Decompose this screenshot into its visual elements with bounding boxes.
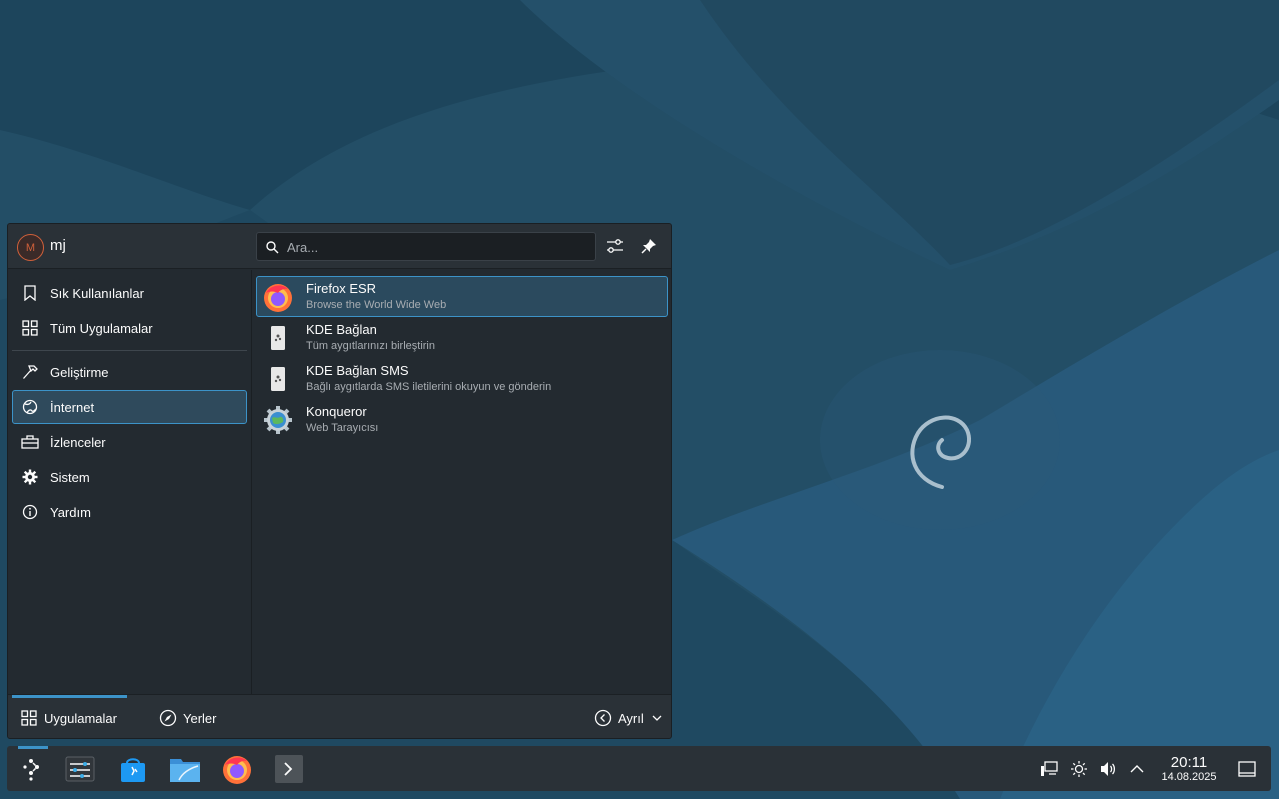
category-label: İnternet: [50, 399, 95, 415]
category-sidebar: Sık Kullanılanlar Tüm Uygulamalar Gelişt…: [8, 270, 252, 694]
category-help[interactable]: Yardım: [12, 495, 247, 529]
launcher-footer: Uygulamalar Yerler Ayrıl: [8, 694, 671, 738]
app-name: KDE Bağlan SMS: [306, 363, 409, 378]
konsole-icon: [275, 754, 303, 783]
taskbar-firefox[interactable]: [215, 746, 259, 791]
search-field[interactable]: [256, 232, 596, 261]
category-system[interactable]: Sistem: [12, 460, 247, 494]
grid-icon: [20, 318, 40, 338]
app-name: KDE Bağlan: [306, 322, 377, 337]
category-separator: [12, 350, 247, 351]
clock-date[interactable]: 14.08.2025: [1156, 771, 1222, 783]
konqueror-icon: [262, 404, 294, 436]
taskbar-system-settings[interactable]: [58, 746, 102, 791]
search-input[interactable]: [287, 237, 587, 257]
show-desktop-button[interactable]: [1236, 758, 1258, 780]
application-launcher: M mj Ara... Sık Kullanılanlar Tüm Uygula…: [7, 223, 672, 739]
system-settings-icon: [65, 756, 95, 781]
category-label: Sık Kullanılanlar: [50, 285, 144, 301]
taskbar-dolphin[interactable]: [163, 746, 207, 791]
info-icon: [20, 502, 40, 522]
hammer-icon: [20, 362, 40, 382]
clock-time[interactable]: 20:11: [1156, 754, 1222, 771]
category-favorites[interactable]: Sık Kullanılanlar: [12, 276, 247, 310]
volume-button[interactable]: [1097, 758, 1119, 780]
tab-label: Yerler: [183, 710, 217, 726]
discover-icon: [121, 757, 145, 782]
firefox-icon: [223, 755, 251, 784]
pin-button[interactable]: [638, 235, 660, 257]
app-description: Bağlı aygıtlarda SMS iletilerini okuyun …: [306, 381, 552, 393]
category-label: Tüm Uygulamalar: [50, 320, 153, 336]
app-kde-connect-sms[interactable]: KDE Bağlan SMS Bağlı aygıtlarda SMS ilet…: [256, 358, 668, 399]
app-name: Konqueror: [306, 404, 367, 419]
app-kde-connect[interactable]: KDE Bağlan Tüm aygıtlarınızı birleştirin: [256, 317, 668, 358]
category-internet[interactable]: İnternet: [12, 390, 247, 424]
app-description: Browse the World Wide Web: [306, 299, 447, 311]
search-icon: [266, 241, 279, 254]
kdeconnect-sms-icon: [262, 363, 294, 395]
globe-icon: [20, 397, 40, 417]
sliders-icon: [607, 239, 623, 253]
compass-icon: [159, 709, 177, 727]
user-name: mj: [50, 237, 66, 254]
launcher-header: M mj: [8, 224, 671, 269]
category-label: Yardım: [50, 504, 91, 520]
toolbox-icon: [20, 432, 40, 452]
gear-icon: [20, 467, 40, 487]
app-description: Tüm aygıtlarınızı birleştirin: [306, 340, 435, 352]
taskbar-konsole[interactable]: [267, 746, 311, 791]
leave-label: Ayrıl: [618, 710, 644, 726]
category-label: Geliştirme: [50, 364, 109, 380]
category-development[interactable]: Geliştirme: [12, 355, 247, 389]
show-desktop-icon: [1238, 761, 1256, 777]
app-launcher-icon: [23, 758, 39, 781]
application-list: Firefox ESR Browse the World Wide Web KD…: [253, 270, 671, 694]
app-konqueror[interactable]: Konqueror Web Tarayıcısı: [256, 399, 668, 440]
avatar[interactable]: M: [17, 234, 44, 261]
app-firefox-esr[interactable]: Firefox ESR Browse the World Wide Web: [256, 276, 668, 317]
configure-button[interactable]: [604, 235, 626, 257]
category-utilities[interactable]: İzlenceler: [12, 425, 247, 459]
tab-applications[interactable]: Uygulamalar: [20, 695, 117, 738]
tab-places[interactable]: Yerler: [159, 695, 217, 738]
app-description: Web Tarayıcısı: [306, 422, 379, 434]
category-label: İzlenceler: [50, 434, 106, 450]
expand-tray-icon: [1130, 765, 1144, 773]
leave-icon: [594, 709, 612, 727]
network-button[interactable]: [1038, 758, 1060, 780]
volume-icon: [1101, 762, 1116, 776]
app-launcher-button[interactable]: [11, 746, 55, 791]
pin-icon: [641, 239, 656, 254]
category-all-applications[interactable]: Tüm Uygulamalar: [12, 311, 247, 345]
chevron-down-icon: [652, 711, 662, 726]
firefox-icon: [262, 281, 294, 313]
brightness-icon: [1071, 761, 1087, 777]
dolphin-icon: [170, 758, 200, 782]
expand-tray-button[interactable]: [1126, 758, 1148, 780]
category-label: Sistem: [50, 469, 90, 485]
bookmark-icon: [20, 283, 40, 303]
leave-button[interactable]: Ayrıl: [594, 695, 662, 738]
network-icon: [1041, 761, 1058, 776]
taskbar-discover[interactable]: [111, 746, 155, 791]
kdeconnect-icon: [262, 322, 294, 354]
tab-label: Uygulamalar: [44, 710, 117, 726]
taskbar: 20:11 14.08.2025: [7, 746, 1271, 791]
app-name: Firefox ESR: [306, 281, 377, 296]
grid-icon: [20, 709, 38, 727]
brightness-button[interactable]: [1068, 758, 1090, 780]
